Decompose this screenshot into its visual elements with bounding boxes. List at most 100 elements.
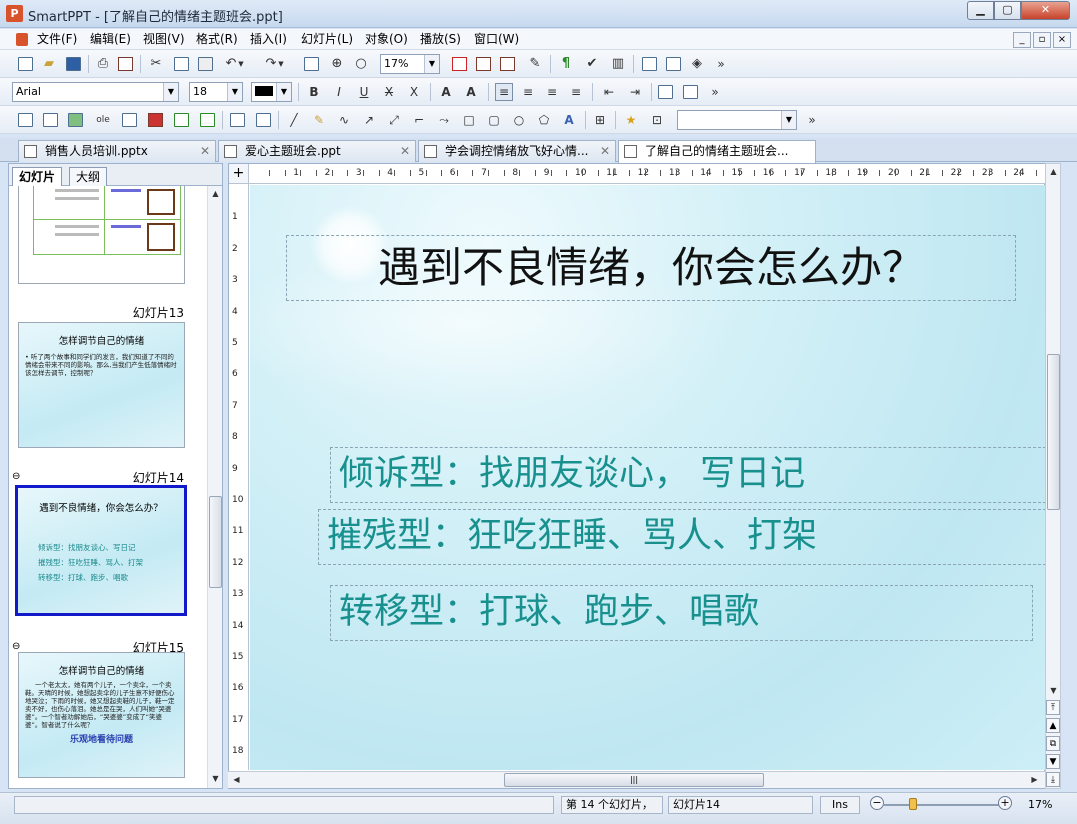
tab-outline[interactable]: 大纲 <box>69 167 108 186</box>
scroll-thumb[interactable] <box>1047 354 1060 510</box>
insert-textbox-icon[interactable] <box>16 111 34 129</box>
underline-icon[interactable]: U <box>355 83 373 101</box>
shrink-font-icon[interactable]: A <box>462 83 480 101</box>
minimize-button[interactable]: ▁ <box>967 1 994 20</box>
zoom-slider-handle[interactable] <box>909 798 917 810</box>
horizontal-scrollbar[interactable]: ◀ ||| ▶ <box>228 771 1045 788</box>
toolbar2-more-icon[interactable]: » <box>706 83 724 101</box>
wordart-icon[interactable]: A <box>560 111 578 129</box>
bullet-confide[interactable]: 倾诉型：找朋友谈心， 写日记 <box>330 447 1045 503</box>
table-icon[interactable] <box>302 55 320 73</box>
maximize-button[interactable]: ▢ <box>994 1 1021 20</box>
format-painter-icon[interactable]: ✎ <box>526 55 544 73</box>
bold-icon[interactable]: B <box>305 83 323 101</box>
insert-table-icon[interactable] <box>41 111 59 129</box>
scroll-up-icon[interactable]: ▲ <box>1047 165 1060 178</box>
align-left-icon[interactable]: ≡ <box>495 83 513 101</box>
insert-object-icon[interactable] <box>120 111 138 129</box>
mdi-close-button[interactable]: × <box>1053 32 1071 48</box>
curved-connector-icon[interactable]: ⤳ <box>435 111 453 129</box>
slide-thumbnail-15[interactable]: 怎样调节自己的情绪 一个老太太，她有两个儿子，一个卖伞，一个卖鞋。天晴的时候，她… <box>18 652 185 778</box>
print-icon[interactable]: ⎙ <box>94 55 112 73</box>
bullet-list-icon[interactable] <box>656 83 674 101</box>
vertical-scrollbar[interactable]: ▲ ▼ ⤒ ▲ ⧉ ▼ ⤓ <box>1045 163 1061 789</box>
slide-thumbnail-14-selected[interactable]: 遇到不良情绪，你会怎么办？ 倾诉型：找朋友谈心、写日记 摧残型：狂吃狂睡、骂人、… <box>15 485 187 616</box>
ellipse-tool-icon[interactable]: ○ <box>510 111 528 129</box>
next-slide-icon[interactable]: ▼ <box>1046 754 1060 769</box>
paragraph-mark-icon[interactable]: ¶ <box>557 55 575 73</box>
undo-dropdown-icon[interactable]: ▼ <box>236 55 246 73</box>
insert-picture-icon[interactable] <box>66 111 84 129</box>
menu-insert[interactable]: 插入(I) <box>250 31 287 48</box>
mdi-minimize-button[interactable]: _ <box>1013 32 1031 48</box>
insert-ole-icon[interactable]: ole <box>94 111 112 129</box>
connector-icon[interactable]: ⤢ <box>385 111 403 129</box>
pdf-export-icon[interactable] <box>116 55 134 73</box>
zoom-in-icon[interactable]: ⊕ <box>328 55 346 73</box>
menu-play[interactable]: 播放(S) <box>420 31 461 48</box>
scroll-left-icon[interactable]: ◀ <box>230 773 243 786</box>
zoom-slider[interactable] <box>883 804 1003 806</box>
slide-view-icon[interactable]: ⧉ <box>1046 736 1060 751</box>
menu-object[interactable]: 对象(O) <box>365 31 408 48</box>
line-tool-icon[interactable]: ╱ <box>285 111 303 129</box>
scroll-up-icon[interactable]: ▲ <box>209 187 222 200</box>
prev-slide-icon[interactable]: ▲ <box>1046 718 1060 733</box>
tab-emotion-control[interactable]: 学会调控情绪放飞好心情... ✕ <box>418 140 616 162</box>
menu-format[interactable]: 格式(R) <box>196 31 238 48</box>
animation-icon[interactable]: ⊡ <box>648 111 666 129</box>
numbered-list-icon[interactable] <box>681 83 699 101</box>
insert-list-icon[interactable] <box>498 55 516 73</box>
bullet-diversion[interactable]: 转移型：打球、跑步、唱歌 <box>330 585 1033 641</box>
slide-title[interactable]: 遇到不良情绪，你会怎么办？ <box>286 235 1016 301</box>
tab-love-class[interactable]: 爱心主题班会.ppt ✕ <box>218 140 416 162</box>
spell-check-icon[interactable]: ✔ <box>583 55 601 73</box>
increase-indent-icon[interactable]: ⇥ <box>626 83 644 101</box>
toolbar-more-icon[interactable]: » <box>712 55 730 73</box>
first-slide-icon[interactable]: ⤒ <box>1046 700 1060 715</box>
font-select[interactable]: Arial ▼ <box>12 82 179 102</box>
scroll-down-icon[interactable]: ▼ <box>1047 684 1060 697</box>
ruler-corner[interactable]: + <box>229 164 249 184</box>
strikethrough-icon[interactable]: X <box>380 83 398 101</box>
open-folder-icon[interactable]: ▰ <box>40 55 58 73</box>
zoom-in-button[interactable]: + <box>998 796 1012 810</box>
slide-master-icon[interactable] <box>640 55 658 73</box>
scroll-down-icon[interactable]: ▼ <box>209 772 222 785</box>
redo-dropdown-icon[interactable]: ▼ <box>276 55 286 73</box>
grow-font-icon[interactable]: A <box>437 83 455 101</box>
italic-icon[interactable]: I <box>330 83 348 101</box>
insert-image-icon[interactable] <box>474 55 492 73</box>
style-select[interactable]: ▼ <box>677 110 797 130</box>
autoshape-icon[interactable]: ⬠ <box>535 111 553 129</box>
tab-know-emotions[interactable]: 了解自己的情绪主题班会... <box>618 140 816 163</box>
elbow-connector-icon[interactable]: ⌐ <box>410 111 428 129</box>
scroll-thumb[interactable]: ||| <box>504 773 764 787</box>
text-color-icon[interactable] <box>450 55 468 73</box>
menu-window[interactable]: 窗口(W) <box>474 31 519 48</box>
rectangle-tool-icon[interactable]: □ <box>460 111 478 129</box>
slide-thumbnail-12[interactable] <box>18 186 185 284</box>
justify-icon[interactable]: ≡ <box>567 83 585 101</box>
new-document-icon[interactable] <box>16 55 34 73</box>
group-icon[interactable] <box>228 111 246 129</box>
slide-thumbnail-13[interactable]: 怎样调节自己的情绪 • 听了两个故事和同学们的发言，我们知道了不同的情绪会带来不… <box>18 322 185 448</box>
scroll-right-icon[interactable]: ▶ <box>1028 773 1041 786</box>
page-setup-icon[interactable] <box>664 55 682 73</box>
ungroup-icon[interactable] <box>254 111 272 129</box>
clear-format-icon[interactable]: X <box>405 83 423 101</box>
align-right-icon[interactable]: ≡ <box>543 83 561 101</box>
zoom-out-button[interactable]: − <box>870 796 884 810</box>
stack-icon[interactable]: ◈ <box>688 55 706 73</box>
zoom-icon[interactable]: ○ <box>352 55 370 73</box>
font-size-select[interactable]: 18 ▼ <box>189 82 243 102</box>
mdi-restore-button[interactable]: ▫ <box>1033 32 1051 48</box>
paste-icon[interactable] <box>196 55 214 73</box>
thumbnail-scrollbar[interactable]: ▲ ▼ <box>207 186 222 788</box>
toolbar3-more-icon[interactable]: » <box>803 111 821 129</box>
menu-slide[interactable]: 幻灯片(L) <box>301 31 353 48</box>
font-color-select[interactable]: ▼ <box>251 82 292 102</box>
pen-tool-icon[interactable]: ✎ <box>310 111 328 129</box>
align-center-icon[interactable]: ≡ <box>519 83 537 101</box>
chart-icon[interactable]: ▥ <box>609 55 627 73</box>
